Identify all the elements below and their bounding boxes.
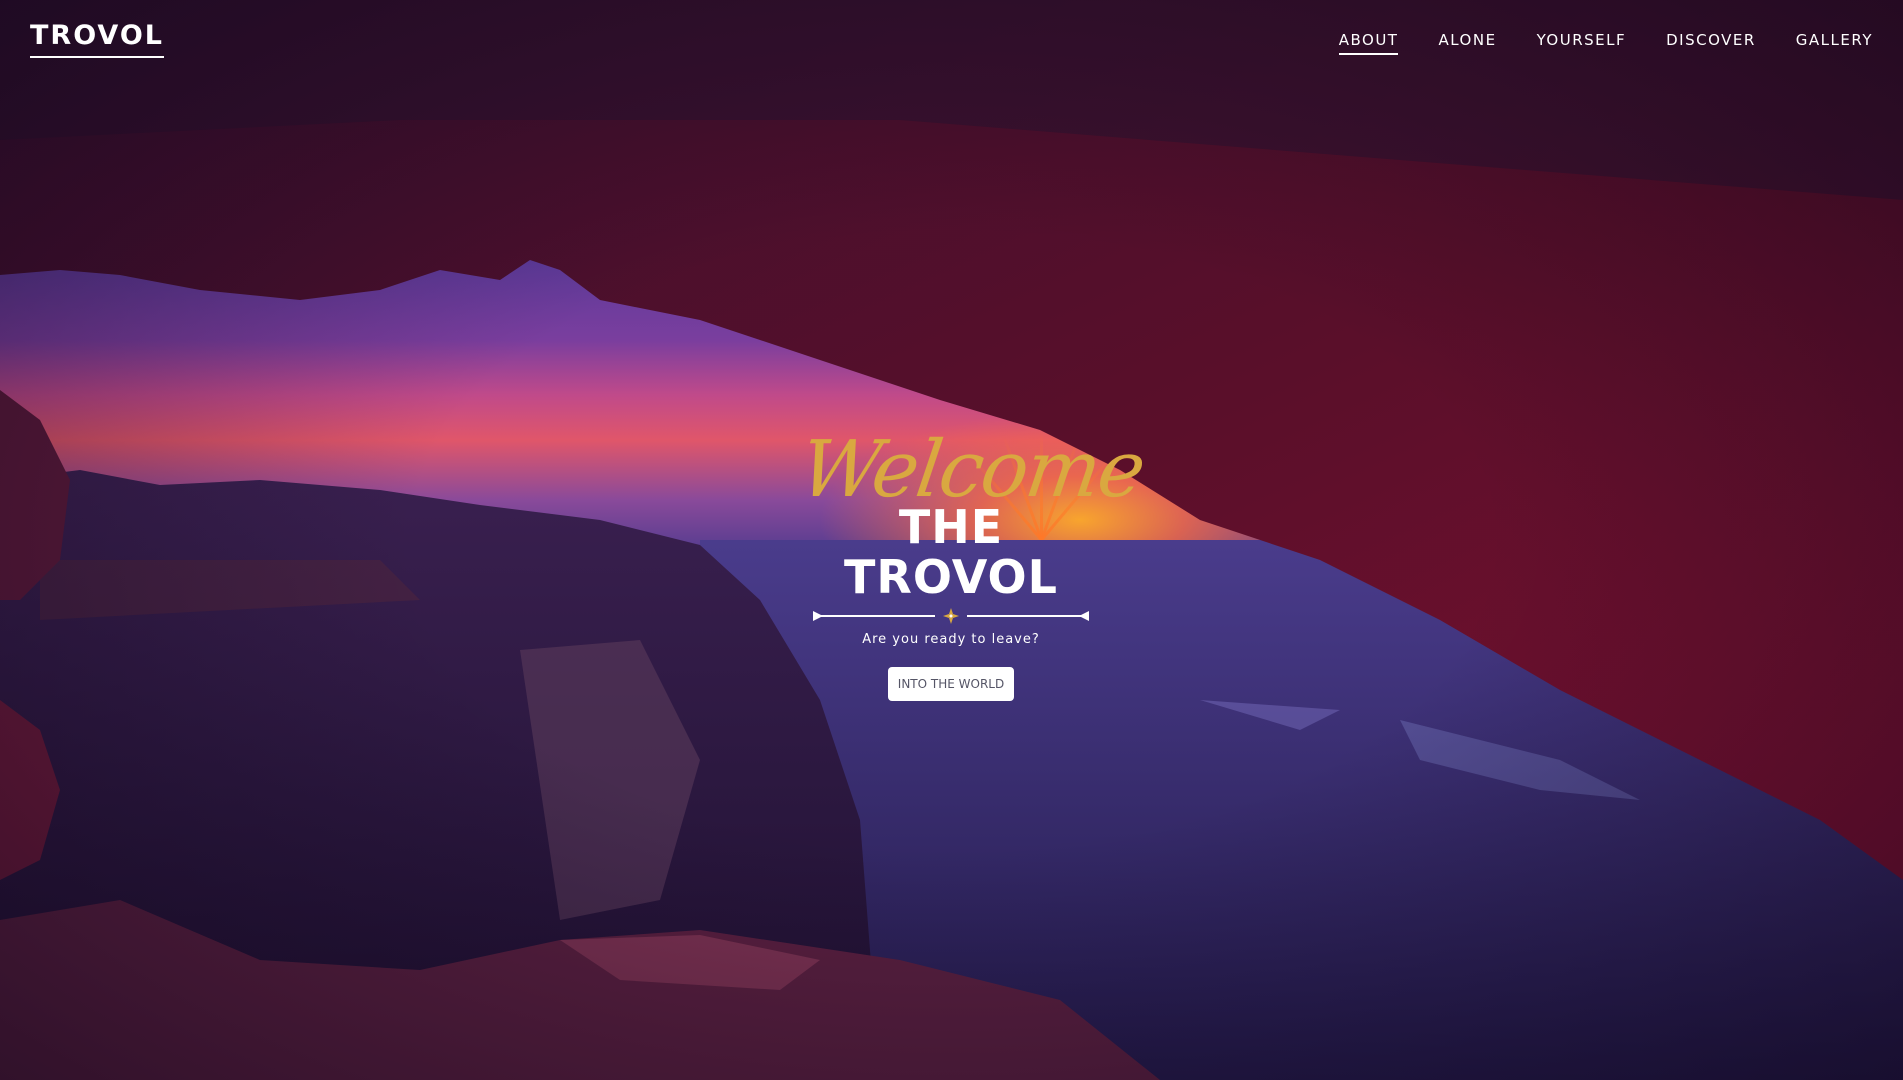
- hero-content: Welcome THE TROVOL Are you ready to leav…: [795, 425, 1149, 701]
- nav-item-yourself[interactable]: YOURSELF: [1537, 30, 1627, 55]
- compass-star-icon: [943, 608, 959, 624]
- welcome-script-title: Welcome: [794, 425, 1150, 515]
- into-the-world-button[interactable]: INTO THE WORLD: [887, 667, 1015, 701]
- hero-title: THE TROVOL: [844, 500, 1058, 604]
- site-header: TROVOL ABOUT ALONE YOURSELF DISCOVER GAL…: [0, 0, 1903, 80]
- ornamental-divider: [813, 608, 1089, 624]
- site-logo[interactable]: TROVOL: [30, 20, 165, 58]
- divider-line: [813, 608, 1089, 624]
- nav-item-about[interactable]: ABOUT: [1338, 30, 1399, 55]
- main-nav: ABOUT ALONE YOURSELF DISCOVER GALLERY: [1338, 30, 1873, 55]
- nav-item-discover[interactable]: DISCOVER: [1666, 30, 1756, 55]
- nav-item-gallery[interactable]: GALLERY: [1796, 30, 1873, 55]
- hero-background: TROVOL ABOUT ALONE YOURSELF DISCOVER GAL…: [0, 0, 1903, 1080]
- nav-item-alone[interactable]: ALONE: [1438, 30, 1496, 55]
- hero-subtitle: Are you ready to leave?: [862, 632, 1040, 647]
